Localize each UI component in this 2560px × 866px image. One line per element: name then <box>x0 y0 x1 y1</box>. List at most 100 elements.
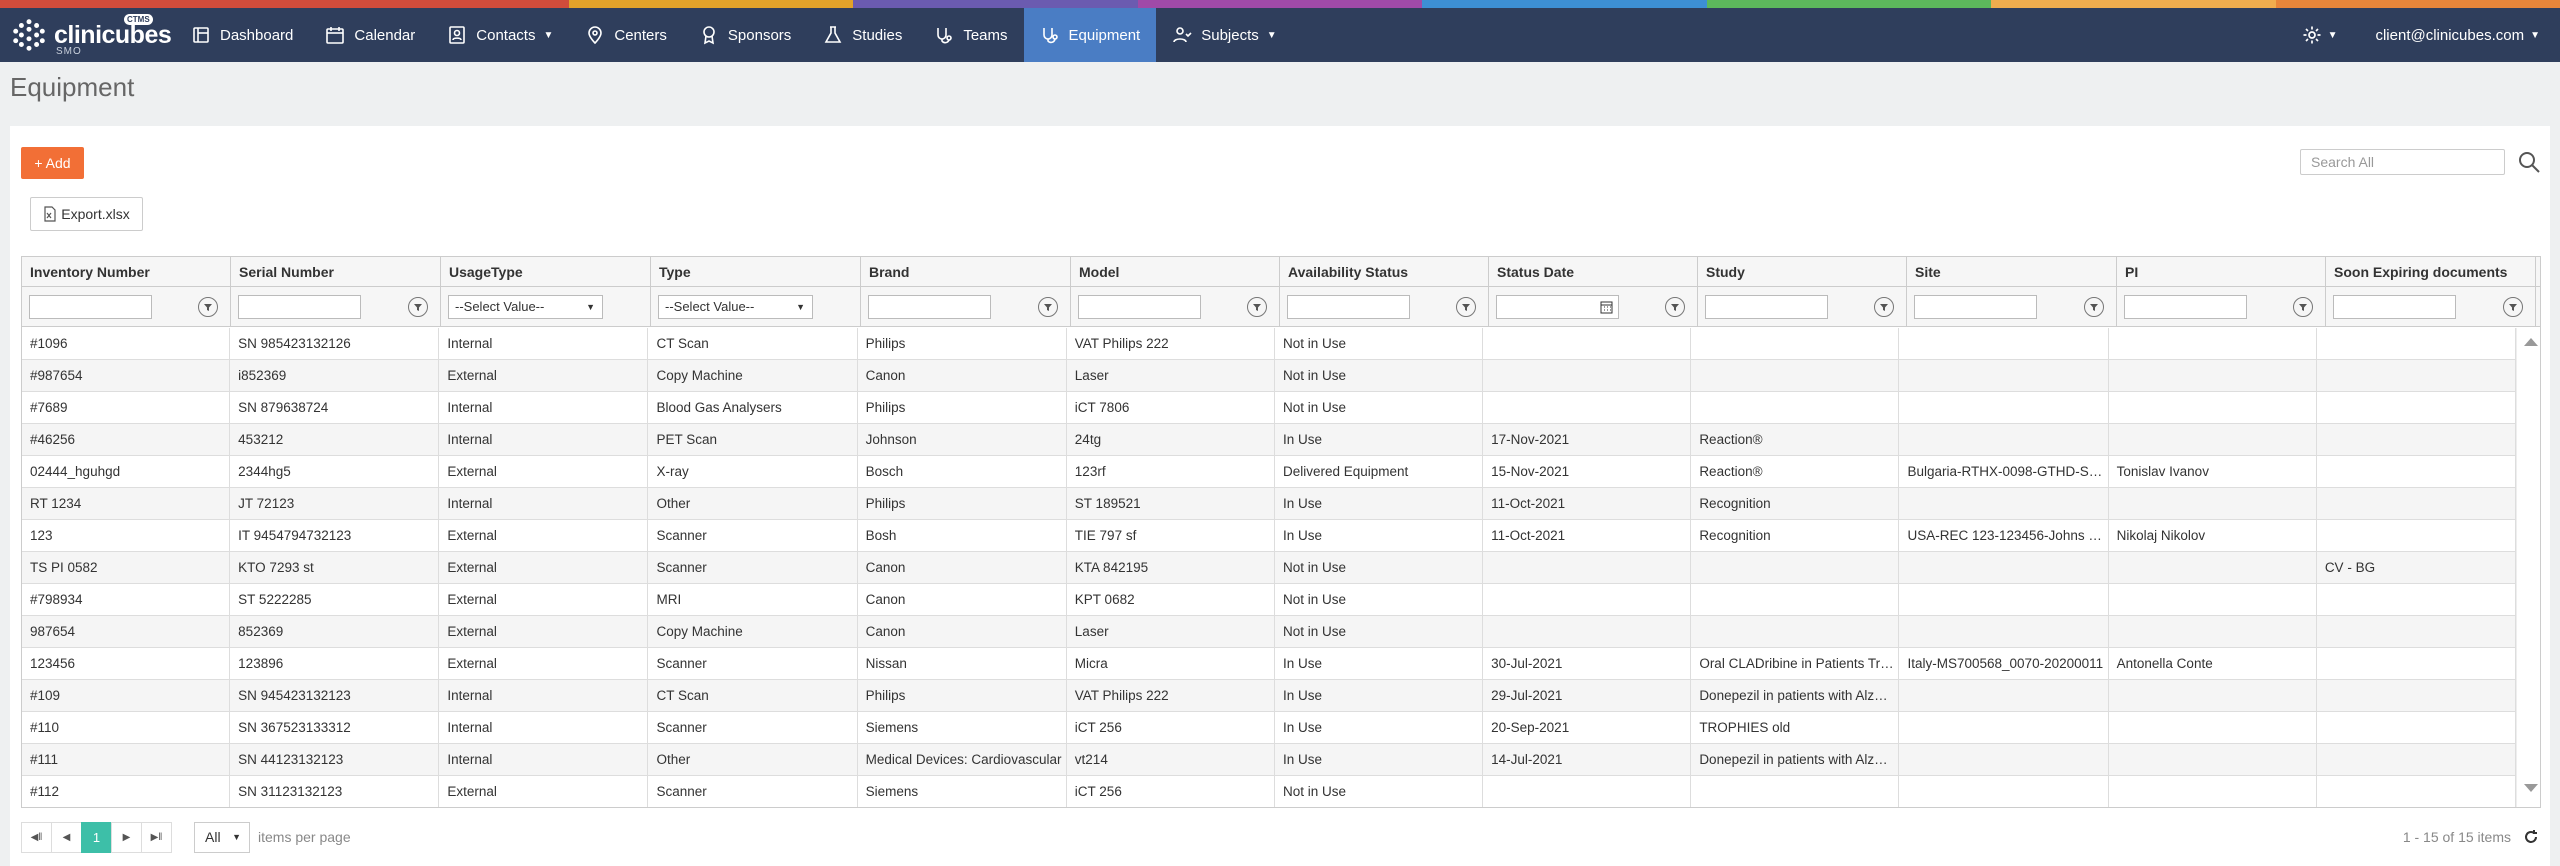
stethoscope-icon <box>1042 28 1058 44</box>
column-header[interactable]: Serial Number <box>231 257 441 287</box>
grid-scrollbar[interactable] <box>2516 328 2540 807</box>
table-cell <box>2109 392 2317 424</box>
filter-select[interactable]: --Select Value-- ▼ <box>448 295 603 319</box>
flask-icon <box>824 26 842 43</box>
table-row[interactable]: #112 SN 31123132123 External Scanner Siemens… <box>22 776 2517 807</box>
sponsor-badge-icon <box>703 26 715 45</box>
table-cell: Johnson <box>858 424 1067 456</box>
logo[interactable]: clinicubes SMO CTMS <box>0 8 175 62</box>
table-cell <box>2317 488 2517 520</box>
add-button[interactable]: + Add <box>21 147 84 179</box>
nav-studies[interactable]: Studies <box>807 8 918 62</box>
column-header[interactable]: Status Date <box>1489 257 1698 287</box>
filter-input[interactable] <box>238 295 361 319</box>
filter-input[interactable] <box>1914 295 2037 319</box>
filter-button[interactable] <box>1038 297 1058 317</box>
search-icon[interactable] <box>2517 150 2541 174</box>
filter-input[interactable] <box>2124 295 2247 319</box>
filter-button[interactable] <box>1665 297 1685 317</box>
table-row[interactable]: TS PI 0582 KTO 7293 st External Scanner Cano… <box>22 552 2517 584</box>
chevron-down-icon: ▼ <box>1266 29 1277 41</box>
scroll-up-icon[interactable] <box>2524 338 2538 346</box>
nav-sponsors[interactable]: Sponsors <box>683 8 807 62</box>
subjects-icon <box>1173 27 1192 43</box>
filter-button[interactable] <box>2084 297 2104 317</box>
nav-centers[interactable]: Centers <box>569 8 683 62</box>
column-header[interactable]: Site <box>1907 257 2117 287</box>
nav-equipment[interactable]: Equipment <box>1023 8 1157 62</box>
nav-subjects[interactable]: Subjects ▼ <box>1156 8 1292 62</box>
brand-name: clinicubes <box>54 20 172 49</box>
filter-button[interactable] <box>198 297 218 317</box>
rainbow-segment <box>1137 0 1423 8</box>
filter-input[interactable] <box>1078 295 1201 319</box>
filter-input[interactable] <box>29 295 152 319</box>
scroll-down-icon[interactable] <box>2524 784 2538 792</box>
filter-date-input[interactable] <box>1496 295 1619 319</box>
export-button[interactable]: Export.xlsx <box>30 197 143 231</box>
column-header[interactable]: Inventory Number <box>22 257 231 287</box>
next-page-button[interactable]: ▶ <box>111 821 142 853</box>
search-input[interactable] <box>2300 149 2505 175</box>
filter-input[interactable] <box>868 295 991 319</box>
table-row[interactable]: #987654 i852369 External Copy Machine Canon L… <box>22 360 2517 392</box>
nav-teams[interactable]: Teams <box>918 8 1023 62</box>
table-row[interactable]: 987654 852369 External Copy Machine Canon Las… <box>22 616 2517 648</box>
nav-dashboard[interactable]: Dashboard <box>175 8 309 62</box>
prev-page-button[interactable]: ◀ <box>51 821 82 853</box>
rainbow-segment <box>0 0 285 8</box>
filter-input[interactable] <box>1705 295 1828 319</box>
nav-calendar[interactable]: Calendar <box>309 8 431 62</box>
table-row[interactable]: #1096 SN 985423132126 Internal CT Scan Phili… <box>22 328 2517 360</box>
table-row[interactable]: #110 SN 367523133312 Internal Scanner Siemen… <box>22 712 2517 744</box>
table-cell: TIE 797 sf <box>1067 520 1275 552</box>
column-header[interactable]: PI <box>2117 257 2326 287</box>
nav-equipment-label: Equipment <box>1068 26 1141 44</box>
current-page-button[interactable]: 1 <box>81 821 112 853</box>
table-cell: #109 <box>22 680 231 712</box>
filter-button[interactable] <box>408 297 428 317</box>
table-cell: Bulgaria-RTHX-0098-GTHD-Sofia <box>1899 456 2109 488</box>
filter-input[interactable] <box>1287 295 1410 319</box>
table-cell <box>1691 552 1900 584</box>
table-cell <box>2109 488 2317 520</box>
table-cell: IT 9454794732123 <box>230 520 440 552</box>
last-page-button[interactable]: ▶‖ <box>141 821 172 853</box>
column-header[interactable]: Availability Status <box>1280 257 1489 287</box>
table-row[interactable]: #111 SN 44123132123 Internal Other Medical D… <box>22 744 2517 776</box>
table-row[interactable]: #46256 453212 Internal PET Scan Johnson 24tg I… <box>22 424 2517 456</box>
filter-select[interactable]: --Select Value-- ▼ <box>658 295 813 319</box>
table-row[interactable]: RT 1234 JT 72123 Internal Other Philips ST 18… <box>22 488 2517 520</box>
table-cell: In Use <box>1275 520 1484 552</box>
page-size-select[interactable]: All ▼ <box>194 821 250 853</box>
refresh-icon[interactable] <box>2523 829 2539 845</box>
filter-button[interactable] <box>1247 297 1267 317</box>
column-header[interactable]: Soon Expiring documents <box>2326 257 2536 287</box>
table-row[interactable]: 02444_hguhgd 2344hg5 External X-ray Bosch 123… <box>22 456 2517 488</box>
calendar-icon[interactable] <box>1600 300 1613 314</box>
first-page-button[interactable]: ◀‖ <box>21 821 52 853</box>
filter-button[interactable] <box>2293 297 2313 317</box>
table-cell <box>2317 680 2517 712</box>
filter-cell <box>861 287 1071 327</box>
table-row[interactable]: 123 IT 9454794732123 External Scanner Bosh TI… <box>22 520 2517 552</box>
column-header[interactable]: Study <box>1698 257 1907 287</box>
column-header[interactable]: UsageType <box>441 257 651 287</box>
filter-button[interactable] <box>1456 297 1476 317</box>
table-cell: Internal <box>439 392 649 424</box>
filter-button[interactable] <box>1874 297 1894 317</box>
column-header[interactable]: Brand <box>861 257 1071 287</box>
column-header[interactable]: Type <box>651 257 861 287</box>
table-row[interactable]: 123456 123896 External Scanner Nissan Micra In… <box>22 648 2517 680</box>
nav-dashboard-label: Dashboard <box>220 26 294 44</box>
table-row[interactable]: #7689 SN 879638724 Internal Blood Gas Analy… <box>22 392 2517 424</box>
column-header[interactable]: Model <box>1071 257 1280 287</box>
filter-input[interactable] <box>2333 295 2456 319</box>
user-menu[interactable]: client@clinicubes.com ▼ <box>2375 27 2540 44</box>
filter-button[interactable] <box>2503 297 2523 317</box>
chevron-down-icon: ▼ <box>2327 29 2338 41</box>
settings-menu[interactable]: ▼ <box>2302 25 2338 45</box>
nav-contacts[interactable]: Contacts ▼ <box>431 8 569 62</box>
table-row[interactable]: #798934 ST 5222285 External MRI Canon KPT 068… <box>22 584 2517 616</box>
table-row[interactable]: #109 SN 945423132123 Internal CT Scan Philip… <box>22 680 2517 712</box>
